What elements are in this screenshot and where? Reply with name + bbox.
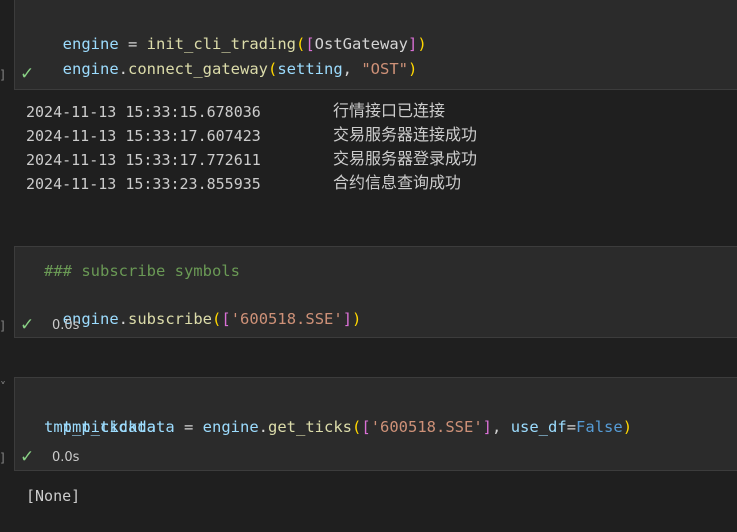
cell3-line2[interactable]: tmp_tickdata xyxy=(44,415,156,439)
cell1-exec-status: ✓ xyxy=(20,63,44,85)
check-icon: ✓ xyxy=(20,315,35,335)
output-msg-4: 合约信息查询成功 xyxy=(333,173,462,192)
cell2-exec-time: 0.0s xyxy=(52,317,80,333)
check-icon: ✓ xyxy=(20,64,35,84)
cell3-marker: ] xyxy=(0,451,5,465)
cell3-exec-time: 0.0s xyxy=(52,449,80,465)
output-time-3: 2024-11-13 15:33:17.772611 xyxy=(26,151,261,169)
cell1-line2[interactable]: engine.connect_gateway(setting, "OST") xyxy=(44,33,418,81)
cell2-line2[interactable]: engine.subscribe(['600518.SSE']) xyxy=(44,283,362,331)
output-time-1: 2024-11-13 15:33:15.678036 xyxy=(26,103,261,121)
output-msg-3: 交易服务器登录成功 xyxy=(333,149,478,168)
output-time-2: 2024-11-13 15:33:17.607423 xyxy=(26,127,261,145)
output-time-4: 2024-11-13 15:33:23.855935 xyxy=(26,175,261,193)
output-msg-2: 交易服务器连接成功 xyxy=(333,125,478,144)
cell2-marker: ] xyxy=(0,319,5,333)
cell1-marker: ] xyxy=(0,68,5,82)
cell2-exec-status: ✓ 0.0s xyxy=(20,314,79,336)
output-msg-1: 行情接口已连接 xyxy=(333,101,446,120)
cell3-output: [None] xyxy=(26,487,81,505)
cell2-comment[interactable]: ### subscribe symbols xyxy=(44,259,240,283)
cell3-exec-status: ✓ 0.0s xyxy=(20,446,79,468)
chevron-down-icon[interactable]: ˅ xyxy=(0,380,6,394)
check-icon: ✓ xyxy=(20,447,35,467)
